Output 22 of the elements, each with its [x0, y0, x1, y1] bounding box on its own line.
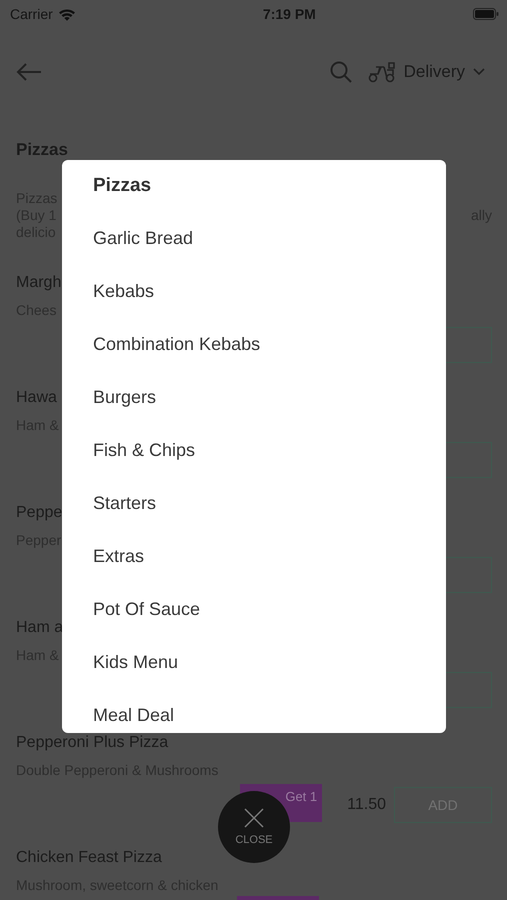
- back-arrow-icon: [16, 63, 42, 81]
- category-option[interactable]: Meal Deal: [93, 689, 174, 733]
- category-option[interactable]: Starters: [93, 477, 156, 530]
- category-option[interactable]: Kebabs: [93, 265, 154, 318]
- wifi-icon: [58, 8, 76, 20]
- category-option[interactable]: Pot Of Sauce: [93, 583, 200, 636]
- category-option[interactable]: Burgers: [93, 371, 156, 424]
- category-option[interactable]: Fish & Chips: [93, 424, 196, 477]
- status-time: 7:19 PM: [262, 6, 316, 22]
- search-button[interactable]: [330, 61, 352, 83]
- category-option[interactable]: Combination Kebabs: [93, 318, 260, 371]
- category-option[interactable]: Extras: [93, 530, 144, 583]
- carrier-name: Carrier: [10, 6, 53, 22]
- battery-icon: [472, 8, 499, 20]
- chevron-down-icon: [473, 68, 485, 76]
- dialog-title: Pizzas: [93, 174, 152, 198]
- close-icon: [244, 808, 264, 828]
- category-option[interactable]: Kids Menu: [93, 636, 178, 689]
- category-option[interactable]: Garlic Bread: [93, 212, 194, 265]
- scooter-icon: [368, 61, 396, 83]
- search-icon: [330, 61, 352, 83]
- back-button[interactable]: [16, 63, 42, 81]
